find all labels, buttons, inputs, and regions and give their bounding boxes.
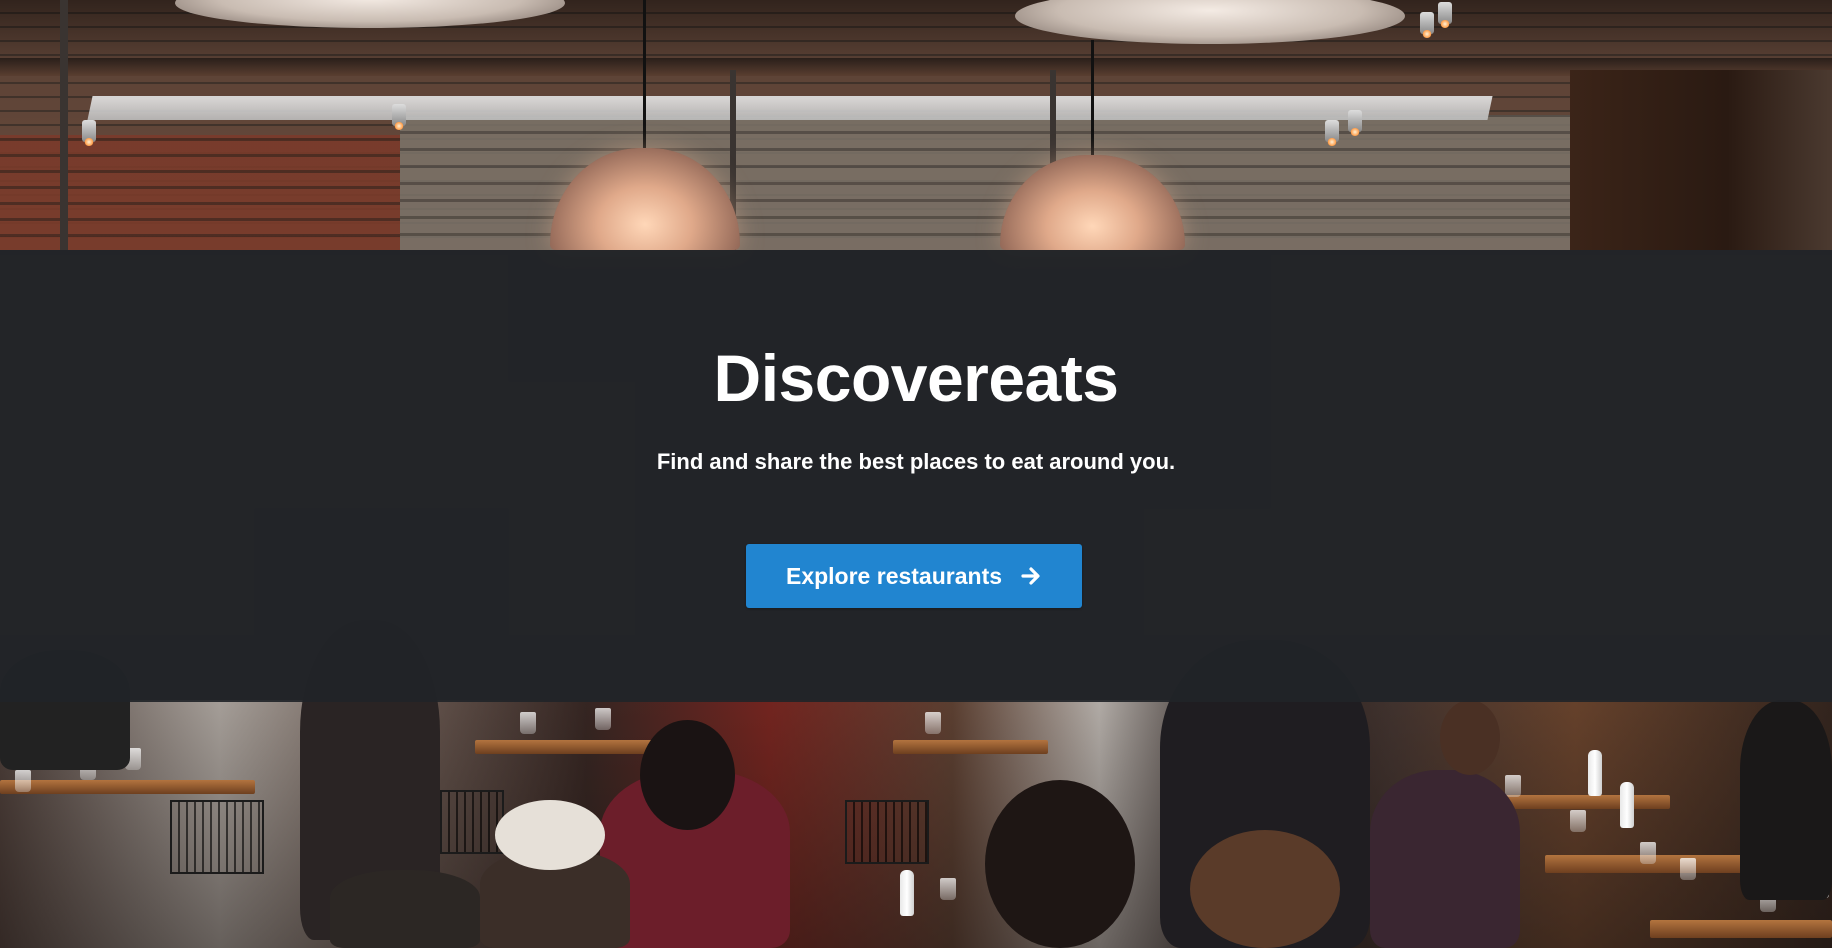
- person-cap: [495, 800, 605, 870]
- glass: [520, 712, 536, 734]
- chair: [845, 800, 929, 864]
- explore-restaurants-button[interactable]: Explore restaurants: [746, 544, 1082, 608]
- person-head: [640, 720, 735, 830]
- wood-panel-right: [1570, 70, 1832, 250]
- glass: [1570, 810, 1586, 832]
- air-duct: [87, 96, 1493, 120]
- dining-table: [893, 740, 1048, 754]
- spotlight: [1438, 2, 1452, 28]
- chair: [440, 790, 504, 854]
- spotlight: [1420, 12, 1434, 38]
- bottle: [1620, 782, 1634, 828]
- bar-counter: [0, 780, 255, 794]
- ceiling-beam: [0, 58, 1832, 76]
- hero-content: Discovereats Find and share the best pla…: [0, 250, 1832, 702]
- glass: [595, 708, 611, 730]
- glass: [1505, 775, 1521, 797]
- explore-restaurants-label: Explore restaurants: [785, 562, 1003, 589]
- person-head: [985, 780, 1135, 948]
- hero-subtitle: Find and share the best places to eat ar…: [656, 449, 1176, 474]
- hero-banner: Discovereats Find and share the best pla…: [0, 250, 1832, 702]
- spotlight: [82, 120, 96, 146]
- chair: [170, 800, 264, 874]
- spotlight: [1325, 120, 1339, 146]
- lamp-wire: [1091, 40, 1094, 155]
- spotlight: [392, 104, 406, 130]
- person-head: [1440, 700, 1500, 775]
- dining-table: [475, 740, 665, 754]
- glass: [15, 770, 31, 792]
- person: [1370, 770, 1520, 948]
- bottle: [1588, 750, 1602, 796]
- person: [1740, 700, 1832, 900]
- glass: [925, 712, 941, 734]
- person-head: [1190, 830, 1340, 948]
- pipe: [60, 0, 68, 250]
- bottle: [900, 870, 914, 916]
- lamp-wire: [643, 0, 646, 150]
- glass: [1640, 842, 1656, 864]
- dining-table: [1650, 920, 1832, 938]
- landing-page: Discovereats Find and share the best pla…: [0, 0, 1832, 948]
- spotlight: [1348, 110, 1362, 136]
- person: [330, 870, 480, 948]
- hero-title: Discovereats: [713, 341, 1119, 415]
- glass: [1680, 858, 1696, 880]
- glass: [940, 878, 956, 900]
- arrow-right-icon: [1020, 565, 1042, 587]
